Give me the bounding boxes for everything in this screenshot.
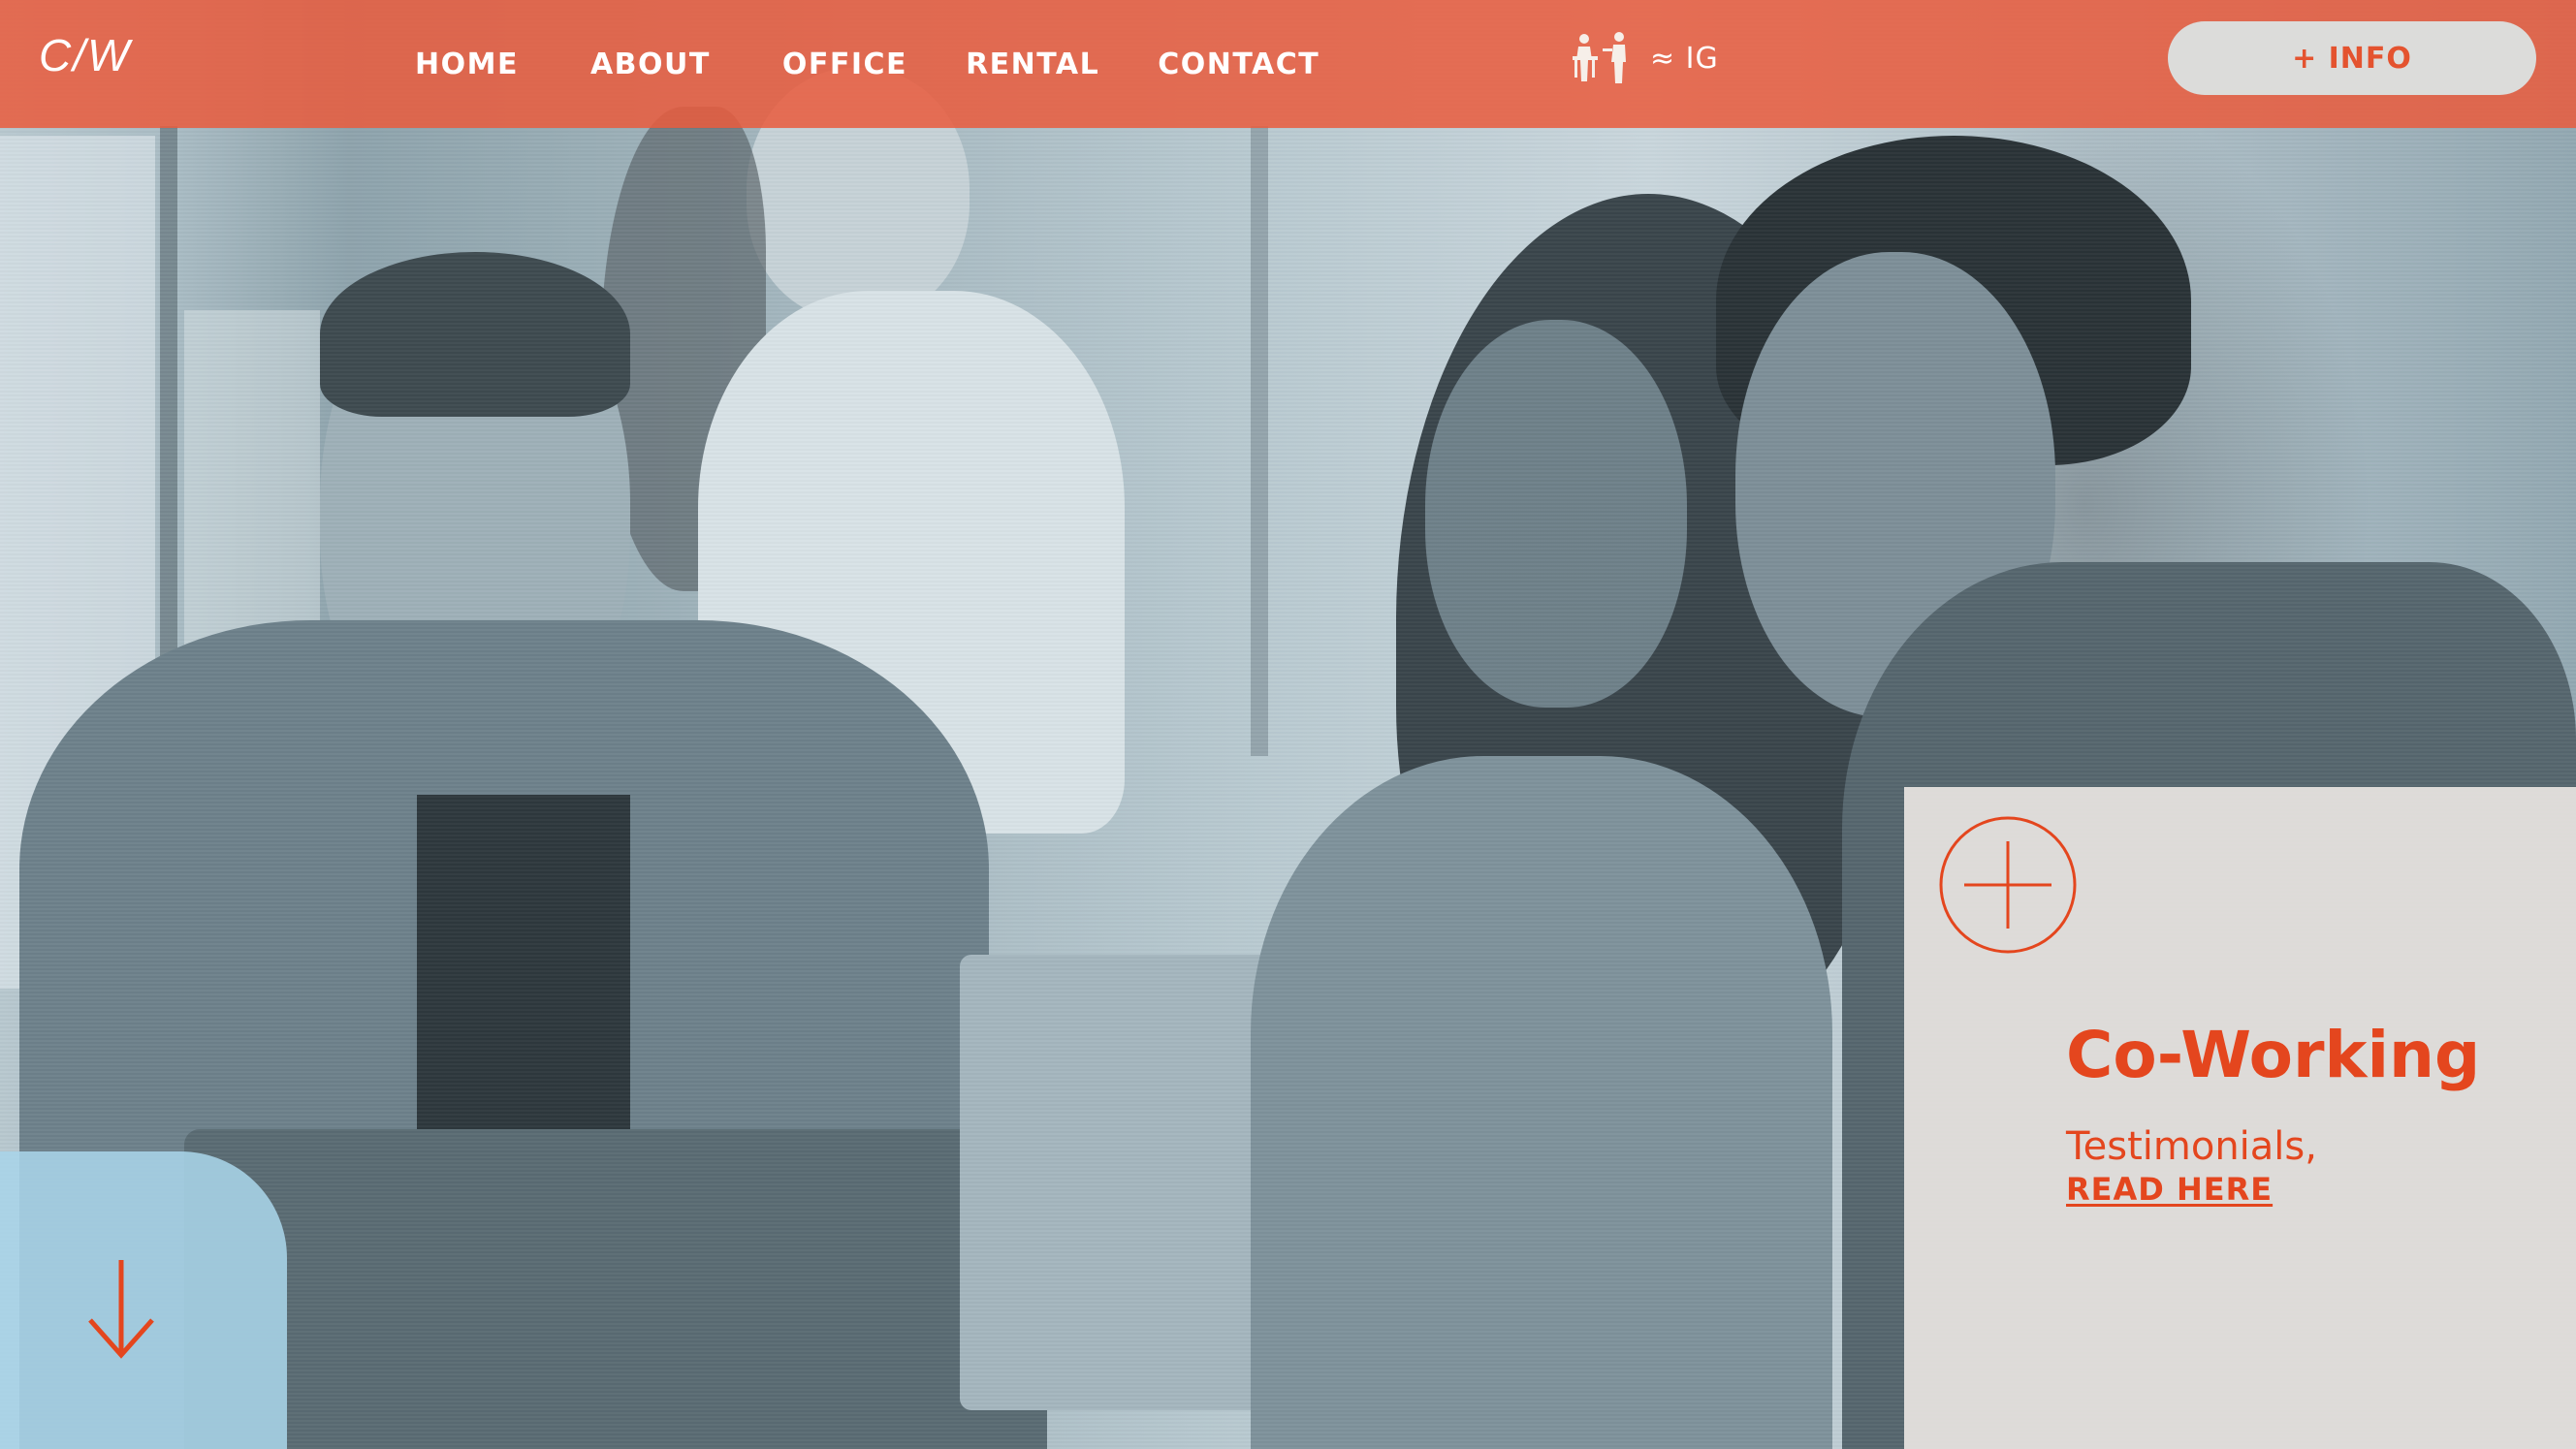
- person-hair: [320, 252, 630, 417]
- person-body: [1251, 756, 1832, 1449]
- people-logo-icon: [1573, 32, 1626, 83]
- top-nav-bar: C/W HOME ABOUT OFFICE RENTAL CONTACT ≈ I…: [0, 0, 2576, 128]
- person-head: [1425, 320, 1687, 708]
- main-nav: HOME ABOUT OFFICE RENTAL CONTACT: [415, 43, 1391, 85]
- nav-office-link[interactable]: OFFICE: [782, 47, 907, 81]
- nav-home-link[interactable]: HOME: [415, 47, 519, 81]
- info-button[interactable]: + INFO: [2168, 21, 2536, 95]
- nav-rental-link[interactable]: RENTAL: [966, 47, 1099, 81]
- scroll-down-tab[interactable]: [0, 1151, 287, 1449]
- nav-about-link[interactable]: ABOUT: [590, 47, 711, 81]
- laptop: [184, 1129, 1047, 1449]
- instagram-label: ≈ IG: [1650, 41, 1719, 76]
- card-subtitle: Testimonials,: [2066, 1124, 2317, 1169]
- nav-contact-link[interactable]: CONTACT: [1158, 47, 1320, 81]
- brand-logo[interactable]: C/W: [39, 29, 131, 81]
- window-frame: [1251, 126, 1268, 756]
- card-title: Co-Working: [2066, 1018, 2481, 1092]
- instagram-link[interactable]: ≈ IG: [1571, 29, 1719, 87]
- plus-circle-icon[interactable]: [1937, 814, 2079, 956]
- read-here-link[interactable]: READ HERE: [2066, 1171, 2273, 1208]
- coworking-card: Co-Working Testimonials, READ HERE: [1904, 787, 2576, 1449]
- arrow-down-icon: [88, 1260, 154, 1359]
